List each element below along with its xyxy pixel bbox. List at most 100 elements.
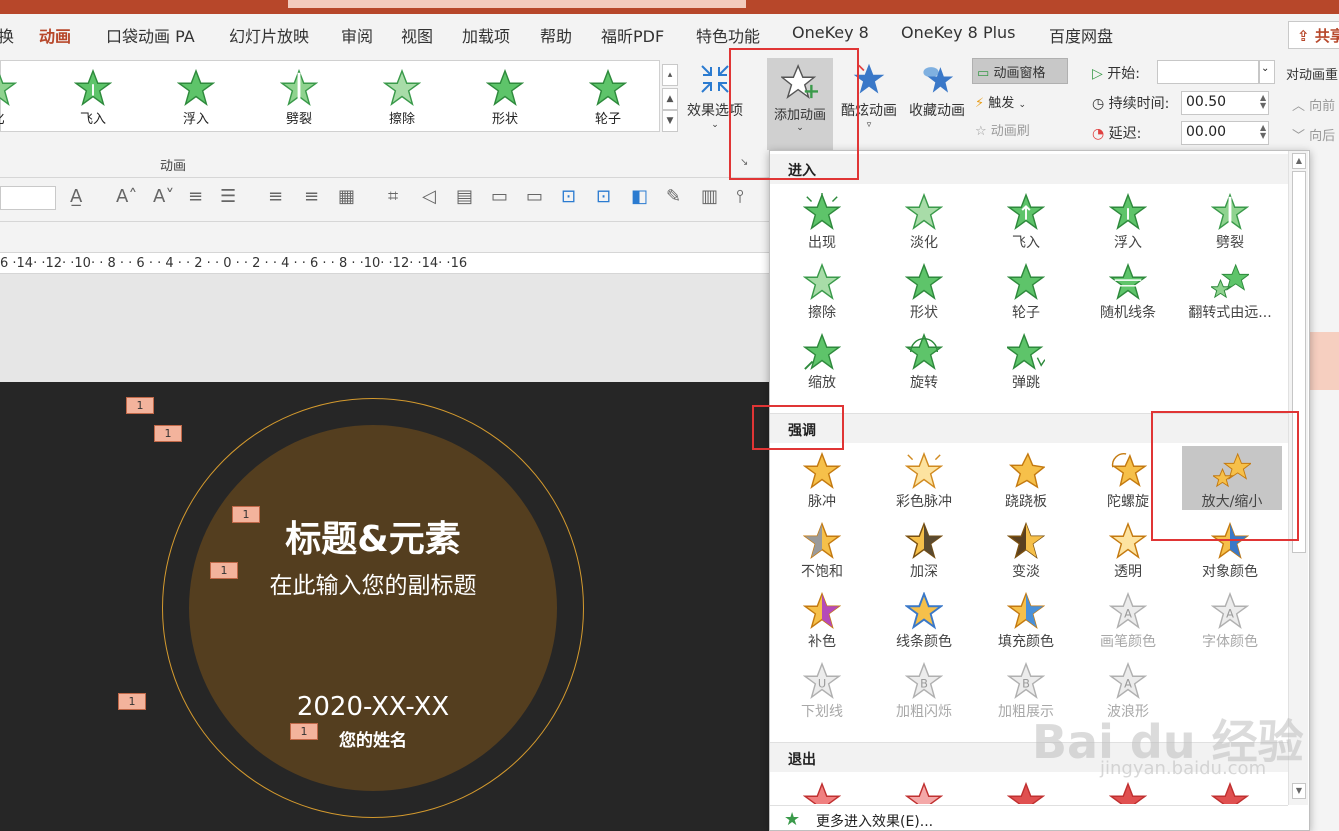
effect-complementary[interactable]: 补色 bbox=[772, 592, 872, 651]
tab-onekey8[interactable]: OneKey 8 bbox=[792, 23, 869, 42]
effect-teeter[interactable]: 跷跷板 bbox=[976, 452, 1076, 511]
tab-help[interactable]: 帮助 bbox=[540, 23, 572, 47]
gallery-item-fly-in[interactable]: 飞入 bbox=[58, 69, 128, 127]
animation-painter-button[interactable]: ☆ 动画刷 bbox=[975, 120, 1030, 139]
animation-order-tag[interactable]: 1 bbox=[290, 723, 318, 740]
box-icon[interactable]: ▤ bbox=[456, 186, 473, 207]
move-earlier-button[interactable]: ︿ 向前 bbox=[1292, 95, 1335, 114]
gallery-item-wipe[interactable]: 擦除 bbox=[367, 69, 437, 127]
effect-color-pulse[interactable]: 彩色脉冲 bbox=[874, 452, 974, 511]
gallery-scroll-up[interactable]: ▲ bbox=[662, 88, 678, 110]
effect-bounce[interactable]: 弹跳 bbox=[976, 333, 1076, 392]
gallery-expand[interactable]: ▴ bbox=[662, 64, 678, 86]
title-search-box[interactable] bbox=[288, 0, 746, 8]
effect-grow-turn[interactable]: 翻转式由远... bbox=[1180, 263, 1280, 322]
delay-input[interactable]: 00.00 bbox=[1181, 121, 1269, 145]
effect-shape[interactable]: 形状 bbox=[874, 263, 974, 322]
center-align-icon[interactable]: ≡ bbox=[188, 186, 203, 207]
duration-spinner[interactable]: ▲ ▼ bbox=[1260, 94, 1266, 110]
animation-order-tag[interactable]: 1 bbox=[118, 693, 146, 710]
tab-review[interactable]: 审阅 bbox=[341, 23, 373, 47]
triangle-icon[interactable]: ◁ bbox=[422, 186, 436, 207]
top-box-icon[interactable]: ▭ bbox=[526, 186, 543, 207]
trigger-button[interactable]: ⚡ 触发 ⌄ bbox=[975, 92, 1026, 111]
tab-slideshow[interactable]: 幻灯片放映 bbox=[229, 23, 309, 47]
animation-order-tag[interactable]: 1 bbox=[154, 425, 182, 442]
tab-addins[interactable]: 加载项 bbox=[462, 23, 510, 47]
tab-pocket-animation[interactable]: 口袋动画 PA bbox=[106, 23, 195, 47]
effect-exit[interactable] bbox=[1180, 782, 1280, 804]
start-dropdown-arrow[interactable]: ⌄ bbox=[1259, 60, 1275, 84]
slide-canvas[interactable]: 标题&元素 在此输入您的副标题 2020-XX-XX 您的姓名 1 1 1 1 … bbox=[0, 382, 770, 831]
effect-line-color[interactable]: 线条颜色 bbox=[874, 592, 974, 651]
gallery-item-wheel[interactable]: 轮子 bbox=[573, 69, 643, 127]
scroll-down-arrow[interactable]: ▼ bbox=[1292, 783, 1306, 799]
baidu-watermark-url: jingyan.baidu.com bbox=[1100, 758, 1267, 779]
effect-exit[interactable] bbox=[976, 782, 1076, 804]
animation-order-tag[interactable]: 1 bbox=[232, 506, 260, 523]
font-color-icon[interactable]: A̲ bbox=[70, 186, 82, 207]
text-box-icon[interactable]: ⊡ bbox=[561, 186, 576, 207]
effect-random-bars[interactable]: 随机线条 bbox=[1078, 263, 1178, 322]
effect-appear[interactable]: 出现 bbox=[772, 193, 872, 252]
chart-icon[interactable]: ▥ bbox=[701, 186, 718, 207]
tab-special-features[interactable]: 特色功能 bbox=[696, 23, 760, 47]
animation-order-tag[interactable]: 1 bbox=[126, 397, 154, 414]
effect-exit[interactable] bbox=[1078, 782, 1178, 804]
tab-onekey8-plus[interactable]: OneKey 8 Plus bbox=[901, 23, 1016, 42]
more-entrance-effects-link[interactable]: ★ 更多进入效果(E)... bbox=[770, 805, 1288, 830]
shape-icon[interactable]: ◧ bbox=[631, 186, 648, 207]
crop-icon[interactable]: ⌗ bbox=[388, 186, 398, 207]
tab-transitions[interactable]: 换 bbox=[0, 23, 14, 47]
favorite-animation-button[interactable]: 收藏动画 bbox=[906, 62, 968, 120]
slide-subtitle[interactable]: 在此输入您的副标题 bbox=[232, 566, 514, 600]
effect-fly-in[interactable]: 飞入 bbox=[976, 193, 1076, 252]
font-size-select[interactable] bbox=[0, 186, 56, 210]
gallery-item-shape[interactable]: 形状 bbox=[470, 69, 540, 127]
share-button[interactable]: ⇪ 共享 bbox=[1288, 21, 1339, 49]
right-align-icon[interactable]: ≡ bbox=[304, 186, 319, 207]
move-later-button[interactable]: ﹀ 向后 bbox=[1292, 125, 1335, 144]
tab-view[interactable]: 视图 bbox=[401, 23, 433, 47]
effect-spin[interactable]: 旋转 bbox=[874, 333, 974, 392]
gallery-scroll-down[interactable]: ▼ bbox=[662, 110, 678, 132]
effect-lighten[interactable]: 变淡 bbox=[976, 522, 1076, 581]
text-box-arrow-icon[interactable]: ⊡ bbox=[596, 186, 611, 207]
slide-date[interactable]: 2020-XX-XX bbox=[272, 692, 474, 722]
start-select[interactable] bbox=[1157, 60, 1259, 84]
align-icon[interactable]: ⫯ bbox=[736, 186, 744, 207]
justify-icon[interactable]: ☰ bbox=[220, 186, 236, 207]
tab-animations[interactable]: 动画 bbox=[39, 23, 72, 55]
effect-float-in[interactable]: 浮入 bbox=[1078, 193, 1178, 252]
tab-foxit-pdf[interactable]: 福昕PDF bbox=[601, 23, 664, 47]
effect-darken[interactable]: 加深 bbox=[874, 522, 974, 581]
effect-wipe[interactable]: 擦除 bbox=[772, 263, 872, 322]
gallery-item-float-in[interactable]: 浮入 bbox=[161, 69, 231, 127]
grow-font-icon[interactable]: A˄ bbox=[116, 186, 137, 207]
slide-author-name[interactable]: 您的姓名 bbox=[300, 726, 446, 751]
effect-split[interactable]: 劈裂 bbox=[1180, 193, 1280, 252]
gallery-item-split[interactable]: 劈裂 bbox=[264, 69, 334, 127]
right-pane-highlight bbox=[1310, 332, 1339, 390]
left-align-icon[interactable]: ≡ bbox=[268, 186, 283, 207]
effect-wheel[interactable]: 轮子 bbox=[976, 263, 1076, 322]
scroll-up-arrow[interactable]: ▲ bbox=[1292, 153, 1306, 169]
shrink-font-icon[interactable]: A˅ bbox=[153, 186, 174, 207]
effect-pulse[interactable]: 脉冲 bbox=[772, 452, 872, 511]
slide-title[interactable]: 标题&元素 bbox=[248, 510, 498, 562]
bottom-box-icon[interactable]: ▭ bbox=[491, 186, 508, 207]
table-icon[interactable]: ▦ bbox=[338, 186, 355, 207]
effect-exit[interactable] bbox=[874, 782, 974, 804]
animation-pane-button[interactable]: ▭ 动画窗格 bbox=[972, 58, 1068, 84]
effect-desaturate[interactable]: 不饱和 bbox=[772, 522, 872, 581]
duration-input[interactable]: 00.50 bbox=[1181, 91, 1269, 115]
effect-zoom[interactable]: 缩放 bbox=[772, 333, 872, 392]
effect-fill-color[interactable]: 填充颜色 bbox=[976, 592, 1076, 651]
tab-baidu-netdisk[interactable]: 百度网盘 bbox=[1049, 23, 1113, 47]
effect-exit[interactable] bbox=[772, 782, 872, 804]
gallery-item[interactable]: 化 bbox=[0, 69, 33, 127]
delay-spinner[interactable]: ▲ ▼ bbox=[1260, 124, 1266, 140]
effect-fade[interactable]: 淡化 bbox=[874, 193, 974, 252]
edit-icon[interactable]: ✎ bbox=[666, 186, 681, 207]
animation-order-tag[interactable]: 1 bbox=[210, 562, 238, 579]
